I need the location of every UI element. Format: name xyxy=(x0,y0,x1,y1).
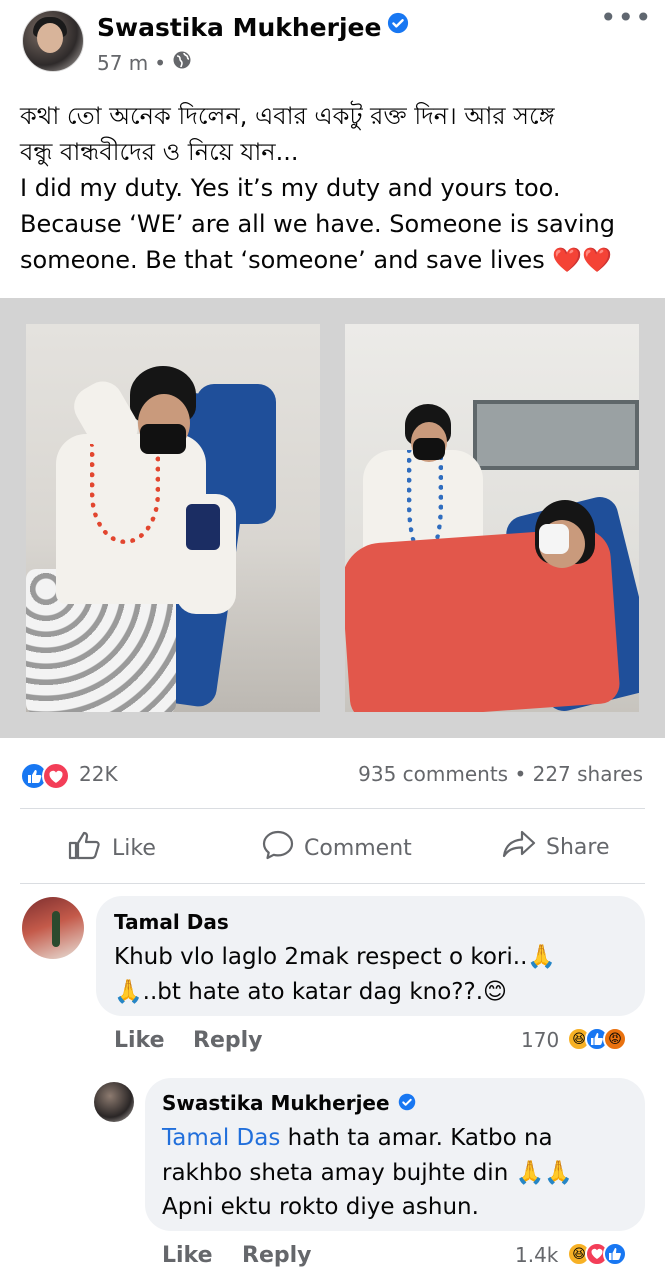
globe-icon xyxy=(172,50,192,75)
comment-like-button[interactable]: Like xyxy=(114,1028,165,1053)
like-reaction-icon xyxy=(603,1242,627,1266)
post-photo[interactable] xyxy=(345,324,639,712)
share-arrow-icon xyxy=(502,830,536,864)
share-label: Share xyxy=(546,834,610,860)
post-text-line: Because ‘WE’ are all we have. Someone is… xyxy=(20,210,615,238)
comment-reaction-count[interactable]: 170 xyxy=(521,1028,559,1052)
post-header: Swastika Mukherjee 57 m • ••• xyxy=(0,0,665,90)
share-button[interactable]: Share xyxy=(502,830,610,864)
divider xyxy=(20,883,645,884)
comment-like-button[interactable]: Like xyxy=(162,1243,213,1268)
comments-shares-stats[interactable]: 935 comments • 227 shares xyxy=(358,762,643,786)
comment-reply-button[interactable]: Reply xyxy=(193,1028,263,1053)
meta-separator: • xyxy=(154,50,167,75)
post-text: কথা তো অনেক দিলেন, এবার একটু রক্ত দিন। আ… xyxy=(20,98,650,278)
reaction-count[interactable]: 22K xyxy=(79,762,118,786)
more-options-button[interactable]: ••• xyxy=(600,4,652,38)
post-photo[interactable] xyxy=(26,324,320,712)
comment-label: Comment xyxy=(304,835,412,861)
verified-badge-icon xyxy=(398,1092,416,1116)
comment-text-line: 🙏..bt hate ato katar dag kno??.😊 xyxy=(114,979,507,1005)
commenter-name[interactable]: Tamal Das xyxy=(114,910,229,934)
comment-reaction-icons: 😆 xyxy=(567,1242,627,1266)
comment-text-segment: hath ta amar. Katbo na xyxy=(280,1125,553,1151)
angry-reaction-icon: 😡 xyxy=(603,1027,627,1051)
author-avatar[interactable] xyxy=(22,10,84,72)
post-text-line: someone. Be that ‘someone’ and save live… xyxy=(20,246,613,274)
mention-link[interactable]: Tamal Das xyxy=(162,1125,280,1151)
comment-reaction-count[interactable]: 1.4k xyxy=(515,1243,558,1267)
comment-reply-button[interactable]: Reply xyxy=(242,1243,312,1268)
commenter-name[interactable]: Swastika Mukherjee xyxy=(162,1091,416,1116)
comment-button[interactable]: Comment xyxy=(262,830,412,866)
post-text-line: কথা তো অনেক দিলেন, এবার একটু রক্ত দিন। আ… xyxy=(20,102,555,130)
post-text-line: বন্ধু বান্ধবীদের ও নিয়ে যান... xyxy=(20,138,299,166)
commenter-avatar[interactable] xyxy=(22,897,84,959)
like-button[interactable]: Like xyxy=(68,830,156,866)
author-name-text[interactable]: Swastika Mukherjee xyxy=(97,13,381,42)
comment-bubble-icon xyxy=(262,830,294,866)
thumbs-up-icon xyxy=(68,830,102,866)
comment-reaction-icons: 😆 😡 xyxy=(567,1027,627,1051)
author-name[interactable]: Swastika Mukherjee xyxy=(97,11,409,42)
reaction-icons xyxy=(20,762,70,794)
comment-text-line: Khub vlo laglo 2mak respect o kori..🙏 xyxy=(114,944,557,970)
post-text-line: I did my duty. Yes it’s my duty and your… xyxy=(20,174,561,202)
love-reaction-icon xyxy=(42,762,70,794)
divider xyxy=(20,808,645,809)
comment-text-line: Apni ektu rokto diye ashun. xyxy=(162,1194,479,1220)
post-photos xyxy=(0,298,665,738)
post-time[interactable]: 57 m xyxy=(97,51,148,75)
comment-text-line: rakhbo sheta amay bujhte din 🙏🙏 xyxy=(162,1160,573,1186)
commenter-name-text[interactable]: Swastika Mukherjee xyxy=(162,1091,390,1115)
like-label: Like xyxy=(112,835,156,861)
post-actions: Like Comment Share xyxy=(0,812,665,882)
post-meta: 57 m • xyxy=(97,50,192,75)
reactions-summary[interactable]: 22K 935 comments • 227 shares xyxy=(0,752,665,796)
verified-badge-icon xyxy=(387,11,409,40)
comment-text-line: Tamal Das hath ta amar. Katbo na xyxy=(162,1121,553,1155)
commenter-avatar[interactable] xyxy=(94,1082,134,1122)
